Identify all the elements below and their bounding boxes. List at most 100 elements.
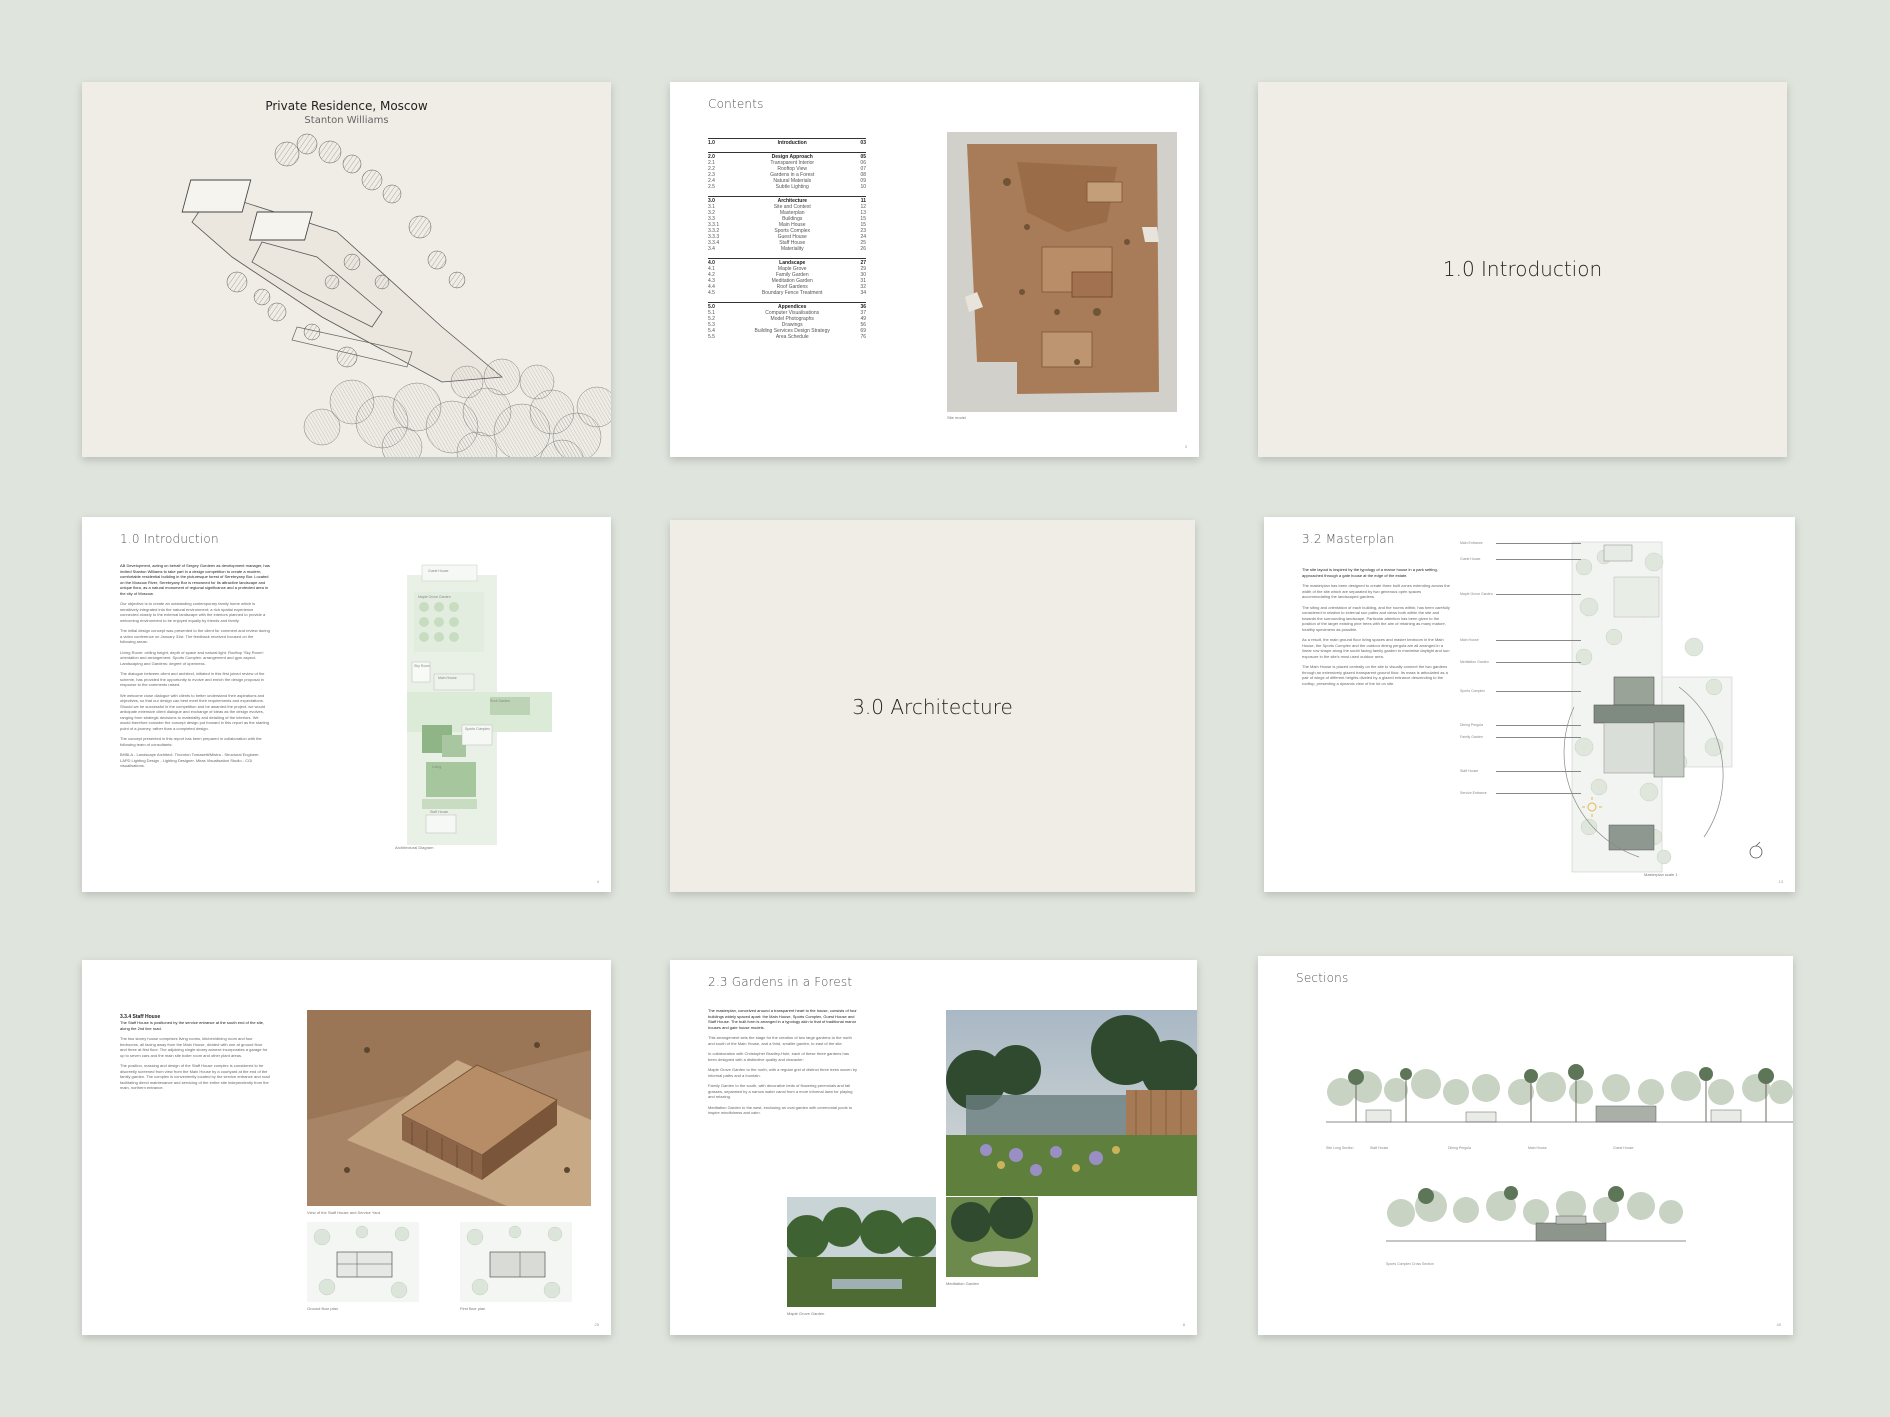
diagram-label: Guest House [428,569,449,573]
page-heading: 2.3 Gardens in a Forest [708,975,853,989]
contents-table: 1.0 Introduction 03 2.0 Design Approach 05 2.1… [708,132,866,340]
callout-leader-line [1496,543,1581,544]
diagram-label: Main House [438,676,457,680]
first-floor-caption: First floor plan [460,1306,486,1311]
toc-section: 2.0 Design Approach 05 2.1 Transparent Inter… [708,152,866,190]
page-introduction[interactable]: 1.0 Introduction AB Development, acting … [82,517,611,892]
gardens-text: The masterplan, conceived around a trans… [708,1008,858,1121]
section-label: Guest House [1613,1146,1634,1150]
section-label: Dining Pergola [1448,1146,1471,1150]
first-floor-plan [460,1222,572,1302]
masterplan-callout-label: Staff House [1460,769,1479,773]
page-number: 25 [594,1322,599,1327]
toc-page: 10 [860,184,866,190]
masterplan-callout-label: Main House [1460,638,1479,642]
masterplan-text: The site layout is inspired by the typol… [1302,567,1450,691]
intro-paragraph: The concept presented in this report has… [120,736,262,747]
toc-label: Boundary Fence Treatment [761,290,823,296]
page-heading: 3.2 Masterplan [1302,532,1395,546]
toc-section: 5.0 Appendices 36 5.1 Computer Visualisation… [708,302,866,340]
masterplan-callout-label: Service Entrance [1460,791,1487,795]
diagram-caption: Architectural Diagram [395,845,434,850]
site-model-caption: Site model [947,415,966,420]
gardens-paragraph: Meditation Garden to the west, enclosing… [708,1104,853,1116]
section-label: Staff House [1370,1146,1389,1150]
toc-row[interactable]: 5.5 Area Schedule 76 [708,334,866,340]
page-heading: Sections [1296,971,1349,985]
section-label: Sports Complex Cross Section [1386,1262,1434,1266]
ground-floor-plan [307,1222,419,1302]
masterplan-paragraph: The siting and orientation of each build… [1302,604,1450,632]
masterplan-callout-label: Family Garden [1460,735,1483,739]
page-heading: 1.0 Introduction [120,532,219,546]
site-model-photo [947,132,1177,412]
intro-text: AB Development, acting on behalf of Serg… [120,563,270,774]
page-staff-house[interactable]: 3.3.4 Staff House The Staff House is pos… [82,960,611,1335]
maple-grove-render [787,1197,936,1307]
toc-label: Materiality [780,246,804,252]
toc-row[interactable]: 3.4 Materiality 26 [708,246,866,252]
page-number: 4 [596,879,599,884]
masterplan-callout-label: Sports Complex [1460,689,1485,693]
gardens-paragraph: The masterplan, conceived around a trans… [708,1008,857,1030]
page-section-introduction[interactable]: 1.0 Introduction [1258,82,1787,457]
diagram-label: Sports Complex [465,727,490,731]
page-contents[interactable]: Contents 1.0 Introduction 03 2.0 Design Appr… [670,82,1199,457]
page-section-architecture[interactable]: 3.0 Architecture [670,520,1195,892]
intro-paragraph: Our objective is to create an outstandin… [120,601,266,623]
callout-leader-line [1496,793,1581,794]
site-long-section [1326,1064,1793,1123]
toc-number: 4.5 [708,290,715,296]
page-sections[interactable]: Sections 45 Site Long Section Staff House… [1258,956,1793,1335]
masterplan-paragraph: The masterplan has been designed to crea… [1302,583,1450,599]
toc-row[interactable]: 2.5 Subtle Lighting 10 [708,184,866,190]
page-number: 3 [1184,444,1187,449]
gardens-paragraph: Maple Grove Garden to the north, with a … [708,1067,857,1078]
intro-paragraph: The dialogue between client and architec… [120,671,265,687]
diagram-label: Staff House [430,810,449,814]
staff-house-caption: View of the Staff House and Service Yard [307,1210,381,1215]
staff-house-paragraph: The two storey house comprises living ro… [120,1036,268,1058]
section-label: Site Long Section [1326,1146,1354,1150]
page-gardens[interactable]: 2.3 Gardens in a Forest The masterplan, … [670,960,1197,1335]
family-garden-render [946,1010,1197,1196]
callout-leader-line [1496,594,1581,595]
toc-label: Introduction [777,140,807,146]
toc-number: 1.0 [708,140,715,146]
intro-paragraph: BHBLA - Landscape Architect. Thornton To… [120,752,260,768]
gardens-paragraph: Family Garden to the south, with decorat… [708,1083,853,1099]
page-number: 13 [1778,879,1783,884]
toc-row[interactable]: 1.0 Introduction 03 [708,140,866,146]
masterplan-paragraph: The Main House is placed centrally on th… [1302,664,1448,686]
callout-leader-line [1496,737,1581,738]
toc-number: 3.4 [708,246,715,252]
toc-section: 3.0 Architecture 11 3.1 Site and Context 12 3.… [708,196,866,252]
diagram-label: Living [432,765,442,769]
intro-paragraph: AB Development, acting on behalf of Serg… [120,563,270,596]
contents-heading: Contents [708,97,764,111]
toc-label: Subtle Lighting [775,184,809,190]
toc-page: 34 [860,290,866,296]
toc-page: 76 [860,334,866,340]
masterplan-paragraph: As a result, the main ground floor livin… [1302,637,1450,659]
ground-floor-caption: Ground floor plan [307,1306,338,1311]
callout-leader-line [1496,662,1581,663]
sports-complex-section [1386,1186,1686,1242]
diagram-label: Sky Room [414,664,431,668]
toc-number: 5.5 [708,334,715,340]
toc-row[interactable]: 4.5 Boundary Fence Treatment 34 [708,290,866,296]
staff-house-paragraph: The Staff House is positioned by the ser… [120,1020,265,1031]
page-cover[interactable]: Private Residence, Moscow Stanton Willia… [82,82,611,457]
toc-section: 4.0 Landscape 27 4.1 Maple Grove 29 4.2 Family … [708,258,866,296]
section-label: Main House [1528,1146,1547,1150]
callout-leader-line [1496,691,1581,692]
staff-house-text: The Staff House is positioned by the ser… [120,1020,270,1096]
callout-leader-line [1496,771,1581,772]
gardens-paragraph: This arrangement sets the stage for the … [708,1035,852,1046]
masterplan-callout-label: Guest House [1460,557,1481,561]
page-masterplan[interactable]: 3.2 Masterplan The site layout is inspir… [1264,517,1795,892]
toc-label: Area Schedule [775,334,809,340]
gardens-paragraph: In collaboration with Christopher Bradle… [708,1051,849,1062]
callout-leader-line [1496,559,1581,560]
intro-paragraph: The initial design concept was presented… [120,628,270,644]
